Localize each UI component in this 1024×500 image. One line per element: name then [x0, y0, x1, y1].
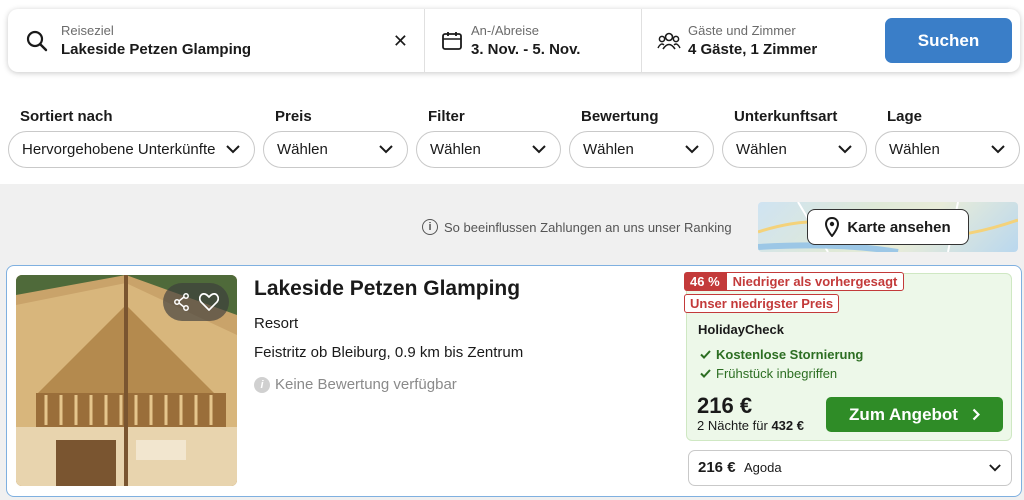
search-bar: Reiseziel Lakeside Petzen Glamping ✕ An-…: [8, 9, 1020, 72]
search-button[interactable]: Suchen: [885, 18, 1012, 63]
chevron-down-icon: [685, 145, 699, 154]
chevron-right-icon: [972, 408, 980, 421]
check-icon: [700, 369, 711, 378]
filter-sort: Sortiert nach Hervorgehobene Unterkünfte: [8, 108, 255, 168]
filter-label: Lage: [887, 108, 923, 125]
sort-dropdown[interactable]: Hervorgehobene Unterkünfte: [8, 131, 255, 168]
location-dropdown[interactable]: Wählen: [875, 131, 1020, 168]
total-price: 432 €: [771, 418, 804, 433]
dropdown-value: Hervorgehobene Unterkünfte: [22, 141, 216, 158]
dropdown-value: Wählen: [430, 141, 481, 158]
listing-rating: i Keine Bewertung verfügbar: [254, 376, 457, 393]
deal-price: 216 €: [697, 393, 753, 418]
listing-type: Resort: [254, 315, 299, 332]
guests-value: 4 Gäste, 1 Zimmer: [688, 41, 818, 58]
perk-free-cancellation: Kostenlose Stornierung: [700, 347, 863, 362]
guests-label: Gäste und Zimmer: [688, 23, 796, 38]
map-pin-icon: [825, 217, 840, 237]
deal-provider: HolidayCheck: [698, 322, 784, 337]
accommodation-type-dropdown[interactable]: Wählen: [722, 131, 867, 168]
filter-accommodation-type: Unterkunftsart Wählen: [722, 108, 867, 168]
chevron-down-icon: [991, 145, 1005, 154]
chevron-down-icon: [838, 145, 852, 154]
filter-rating: Bewertung Wählen: [569, 108, 714, 168]
listing-title[interactable]: Lakeside Petzen Glamping: [254, 277, 520, 301]
dropdown-value: Wählen: [583, 141, 634, 158]
info-icon: i: [254, 376, 270, 393]
dates-value: 3. Nov. - 5. Nov.: [471, 41, 581, 58]
nights-text: 2 Nächte für: [697, 418, 768, 433]
filter-location: Lage Wählen: [875, 108, 1020, 168]
filter-label: Bewertung: [581, 108, 659, 125]
filter-label: Filter: [428, 108, 465, 125]
chevron-down-icon: [379, 145, 393, 154]
share-icon[interactable]: [173, 293, 190, 311]
close-icon[interactable]: ✕: [393, 31, 408, 52]
nights-total: 2 Nächte für 432 €: [697, 418, 804, 433]
search-icon: [24, 28, 50, 54]
dropdown-value: Wählen: [736, 141, 787, 158]
filter-label: Sortiert nach: [20, 108, 113, 125]
perk-breakfast: Frühstück inbegriffen: [700, 366, 837, 381]
heart-icon[interactable]: [198, 293, 219, 311]
discount-text: Niedriger als vorhergesagt: [725, 272, 905, 291]
filter-filter: Filter Wählen: [416, 108, 561, 168]
rating-text: Keine Bewertung verfügbar: [275, 376, 457, 393]
users-icon: [656, 28, 682, 54]
price-dropdown[interactable]: Wählen: [263, 131, 408, 168]
alt-provider: Agoda: [744, 460, 782, 475]
perk-text: Frühstück inbegriffen: [716, 366, 838, 381]
view-map-label: Karte ansehen: [847, 218, 951, 236]
filter-dropdown[interactable]: Wählen: [416, 131, 561, 168]
rating-dropdown[interactable]: Wählen: [569, 131, 714, 168]
dropdown-value: Wählen: [277, 141, 328, 158]
filter-price: Preis Wählen: [263, 108, 408, 168]
perk-text: Kostenlose Stornierung: [716, 347, 864, 362]
ranking-notice[interactable]: i So beeinflussen Zahlungen an uns unser…: [422, 219, 732, 235]
discount-badge: 46 % Niedriger als vorhergesagt: [684, 272, 905, 291]
alternative-offer-dropdown[interactable]: 216 € Agoda: [688, 450, 1012, 486]
lowest-price-badge: Unser niedrigster Preis: [684, 294, 840, 313]
ranking-notice-text: So beeinflussen Zahlungen an uns unser R…: [444, 219, 732, 235]
dates-label: An-/Abreise: [471, 23, 539, 38]
filter-label: Preis: [275, 108, 312, 125]
info-icon: i: [422, 219, 438, 235]
alt-price: 216 €: [698, 459, 736, 476]
destination-label: Reiseziel: [61, 23, 114, 38]
guests-field[interactable]: Gäste und Zimmer 4 Gäste, 1 Zimmer: [642, 9, 880, 72]
view-deal-label: Zum Angebot: [849, 404, 958, 424]
destination-field[interactable]: Reiseziel Lakeside Petzen Glamping ✕: [8, 9, 425, 72]
photo-actions: [163, 283, 229, 321]
discount-percent: 46 %: [684, 272, 726, 291]
check-icon: [700, 350, 711, 359]
dropdown-value: Wählen: [889, 141, 940, 158]
view-map-button[interactable]: Karte ansehen: [807, 209, 969, 245]
chevron-down-icon: [989, 464, 1001, 472]
filter-label: Unterkunftsart: [734, 108, 838, 125]
chevron-down-icon: [226, 145, 240, 154]
calendar-icon: [439, 28, 465, 54]
listing-location: Feistritz ob Bleiburg, 0.9 km bis Zentru…: [254, 344, 524, 361]
destination-value: Lakeside Petzen Glamping: [61, 41, 252, 58]
view-deal-button[interactable]: Zum Angebot: [826, 397, 1003, 432]
dates-field[interactable]: An-/Abreise 3. Nov. - 5. Nov.: [425, 9, 642, 72]
chevron-down-icon: [532, 145, 546, 154]
